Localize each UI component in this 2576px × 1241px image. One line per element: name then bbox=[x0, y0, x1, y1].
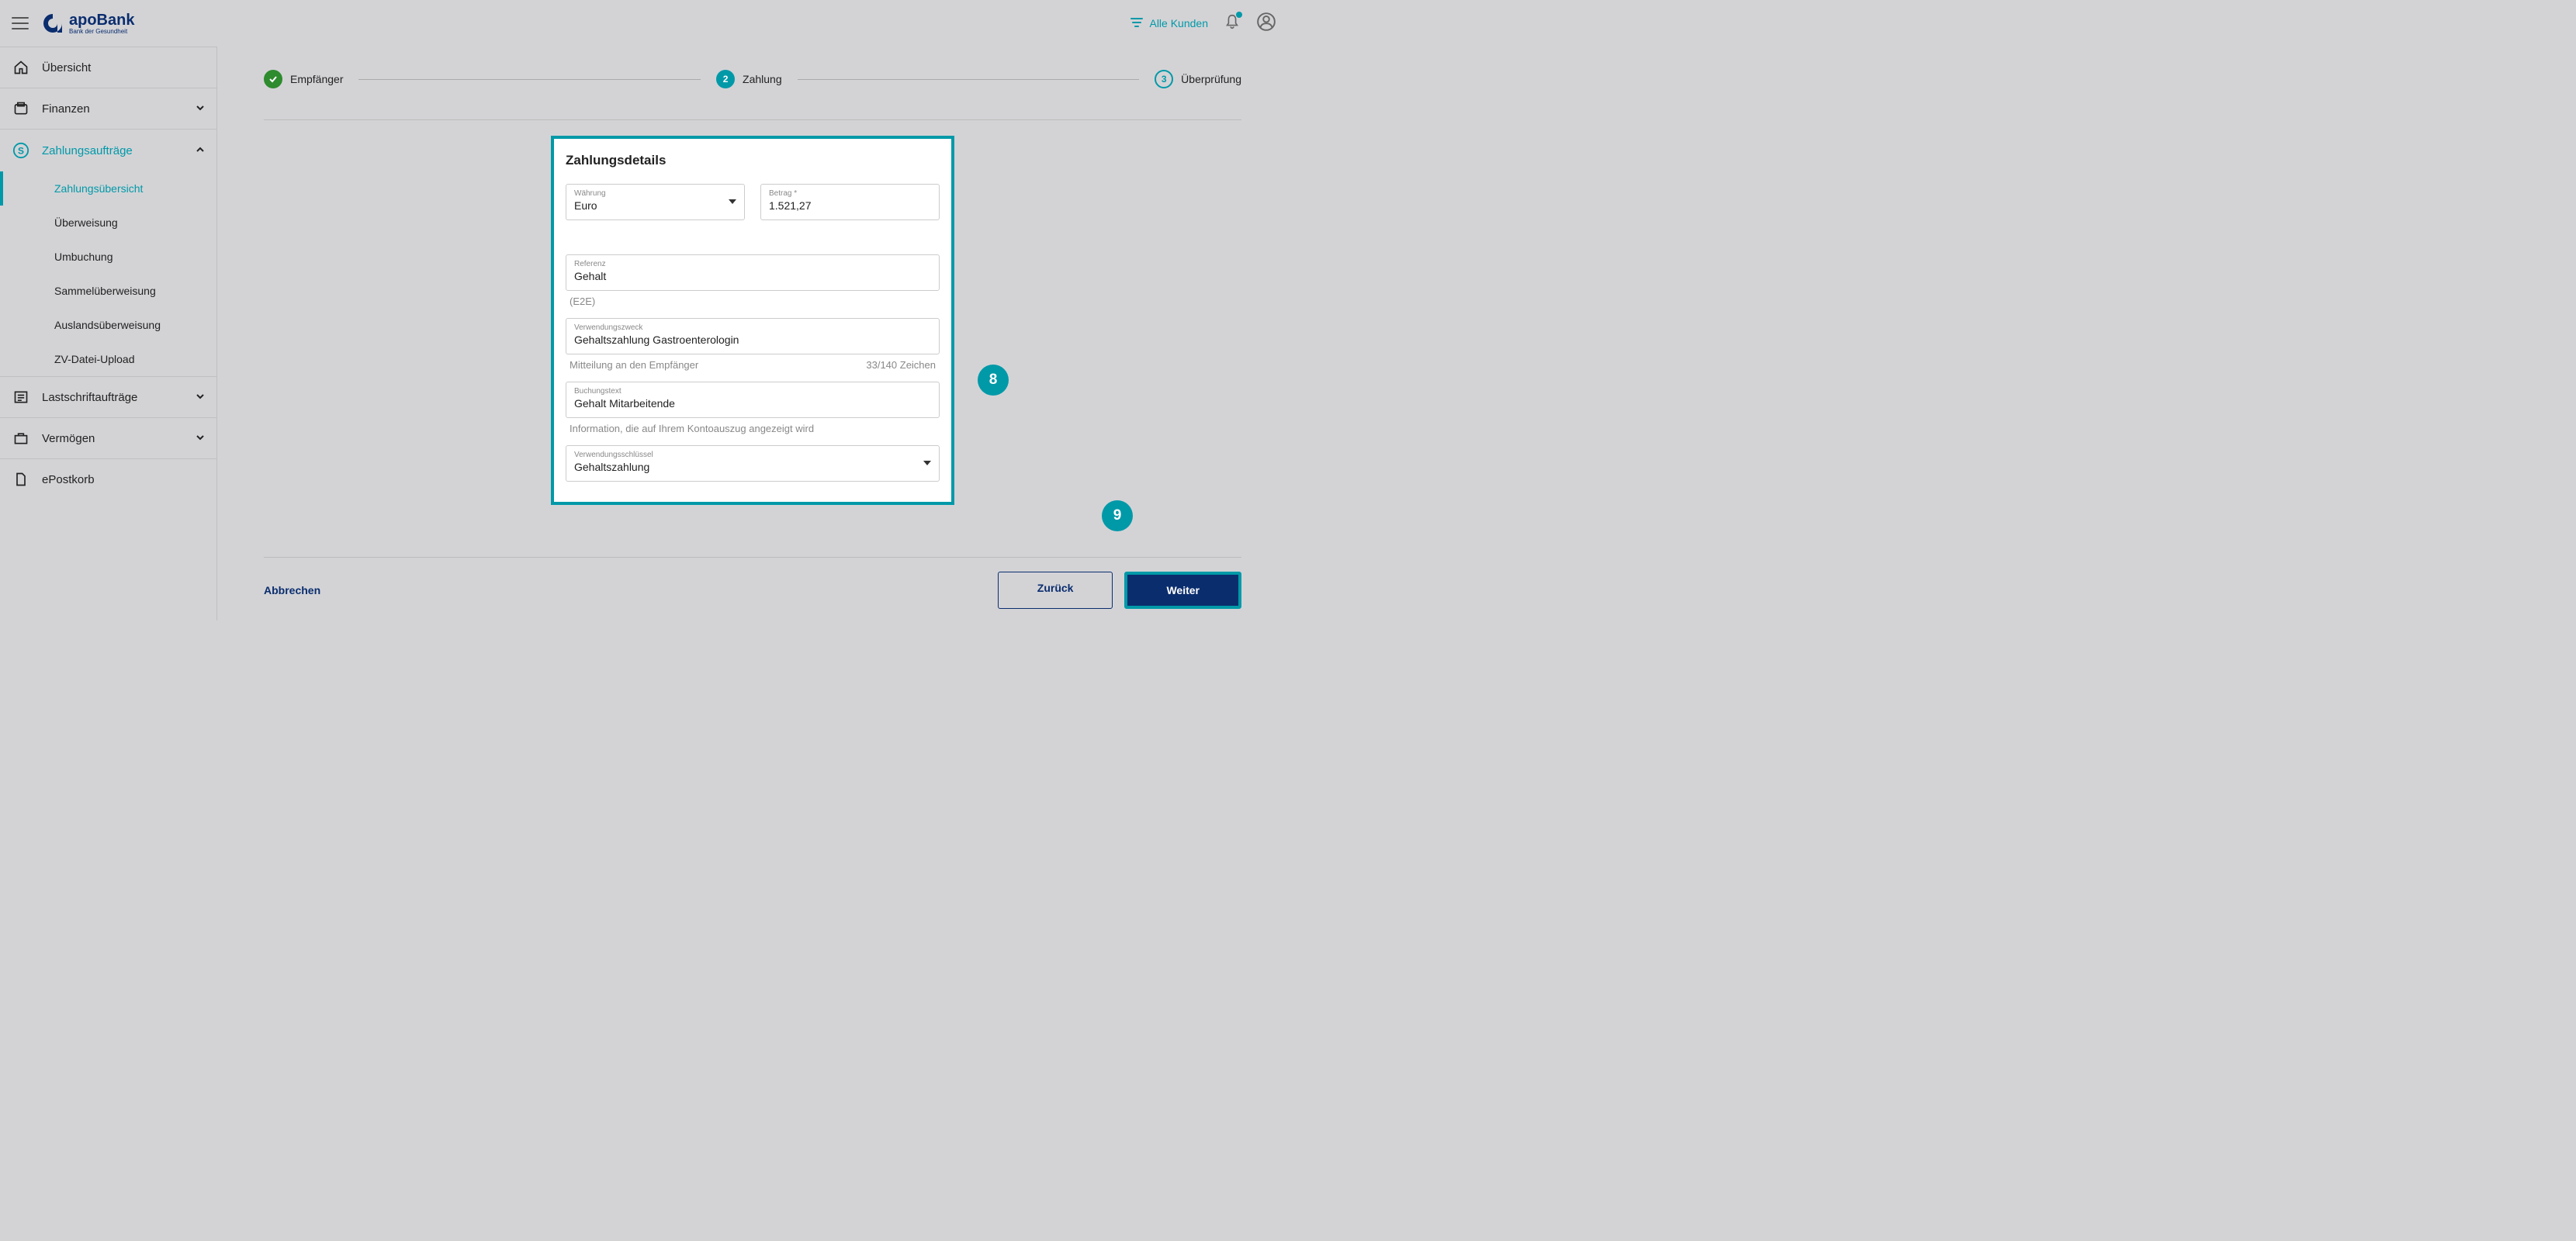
subitem-label: ZV-Datei-Upload bbox=[54, 353, 135, 365]
step-label: Zahlung bbox=[743, 73, 782, 85]
sidebar-item-uebersicht[interactable]: Übersicht bbox=[0, 47, 216, 88]
step-badge-8: 8 bbox=[978, 365, 1009, 396]
logo-brand: apoBank bbox=[69, 12, 134, 29]
sidebar-subitem-ausland[interactable]: Auslandsüberweisung bbox=[0, 308, 216, 342]
sidebar-label: Zahlungsaufträge bbox=[42, 144, 196, 157]
step-line bbox=[798, 79, 1140, 80]
sidebar-item-lastschrift[interactable]: Lastschriftaufträge bbox=[0, 376, 216, 417]
field-label: Referenz bbox=[574, 260, 931, 268]
sidebar-label: ePostkorb bbox=[42, 473, 205, 486]
next-button[interactable]: Weiter bbox=[1124, 572, 1241, 609]
subitem-label: Umbuchung bbox=[54, 251, 113, 263]
chevron-down-icon bbox=[196, 392, 205, 403]
caret-down-icon bbox=[729, 199, 736, 204]
document-icon bbox=[12, 472, 30, 487]
step-line bbox=[358, 79, 701, 80]
field-value: Euro bbox=[574, 199, 597, 212]
sidebar-label: Vermögen bbox=[42, 432, 196, 445]
step-number: 2 bbox=[716, 70, 735, 88]
sidebar-subitem-zvdatei[interactable]: ZV-Datei-Upload bbox=[0, 342, 216, 376]
sidebar-item-vermoegen[interactable]: Vermögen bbox=[0, 417, 216, 458]
subitem-label: Zahlungsübersicht bbox=[54, 182, 143, 195]
e2e-hint: (E2E) bbox=[566, 296, 940, 307]
chevron-down-icon bbox=[196, 103, 205, 115]
helper-text: Mitteilung an den Empfänger bbox=[570, 359, 698, 371]
step-1: Empfänger bbox=[264, 70, 343, 88]
sidebar: Übersicht Finanzen S Zahlungsaufträge Za… bbox=[0, 47, 217, 620]
sidebar-subitem-umbuchung[interactable]: Umbuchung bbox=[0, 240, 216, 274]
step-3: 3 Überprüfung bbox=[1155, 70, 1241, 88]
currency-select[interactable]: Währung Euro bbox=[566, 184, 745, 220]
booking-helper: Information, die auf Ihrem Kontoauszug a… bbox=[566, 423, 940, 434]
purpose-helper: Mitteilung an den Empfänger 33/140 Zeich… bbox=[566, 359, 940, 371]
stepper: Empfänger 2 Zahlung 3 Überprüfung bbox=[264, 62, 1241, 96]
sidebar-subitem-sammel[interactable]: Sammelüberweisung bbox=[0, 274, 216, 308]
sidebar-item-zahlungsauftraege[interactable]: S Zahlungsaufträge bbox=[0, 129, 216, 171]
field-label: Verwendungsschlüssel bbox=[574, 451, 653, 459]
field-value: Gehaltszahlung bbox=[574, 461, 649, 473]
subitem-label: Auslandsüberweisung bbox=[54, 319, 161, 331]
header-left: apoBank Bank der Gesundheit bbox=[12, 11, 134, 36]
footer-actions: Abbrechen Zurück Weiter bbox=[264, 557, 1241, 609]
check-icon bbox=[264, 70, 282, 88]
cancel-button[interactable]: Abbrechen bbox=[264, 584, 320, 596]
amount-input[interactable]: Betrag * 1.521,27 bbox=[760, 184, 940, 220]
sidebar-subitem-zahlungsuebersicht[interactable]: Zahlungsübersicht bbox=[0, 171, 216, 206]
logo[interactable]: apoBank Bank der Gesundheit bbox=[40, 11, 134, 36]
sidebar-label: Übersicht bbox=[42, 61, 205, 74]
divider bbox=[264, 119, 1241, 120]
purpose-input[interactable]: Verwendungszweck Gehaltszahlung Gastroen… bbox=[566, 318, 940, 354]
caret-down-icon bbox=[923, 461, 931, 465]
sidebar-label: Lastschriftaufträge bbox=[42, 391, 196, 404]
subitem-label: Sammelüberweisung bbox=[54, 285, 156, 297]
chevron-down-icon bbox=[196, 433, 205, 444]
field-label: Verwendungszweck bbox=[574, 323, 931, 332]
field-value: Gehalt bbox=[574, 270, 606, 282]
wallet-icon bbox=[12, 101, 30, 116]
logo-subtitle: Bank der Gesundheit bbox=[69, 28, 134, 35]
sidebar-item-epostkorb[interactable]: ePostkorb bbox=[0, 458, 216, 500]
card-title: Zahlungsdetails bbox=[566, 153, 940, 168]
step-label: Überprüfung bbox=[1181, 73, 1241, 85]
reference-input[interactable]: Referenz Gehalt bbox=[566, 254, 940, 291]
sidebar-subitem-ueberweisung[interactable]: Überweisung bbox=[0, 206, 216, 240]
field-value: Gehalt Mitarbeitende bbox=[574, 397, 675, 410]
sidebar-item-finanzen[interactable]: Finanzen bbox=[0, 88, 216, 129]
field-label: Buchungstext bbox=[574, 387, 931, 396]
notification-icon[interactable] bbox=[1224, 13, 1241, 34]
header-right: Alle Kunden bbox=[1130, 12, 1276, 36]
booking-input[interactable]: Buchungstext Gehalt Mitarbeitende bbox=[566, 382, 940, 418]
step-2: 2 Zahlung bbox=[716, 70, 782, 88]
main: Übersicht Finanzen S Zahlungsaufträge Za… bbox=[0, 47, 1288, 620]
step-number: 3 bbox=[1155, 70, 1173, 88]
header: apoBank Bank der Gesundheit Alle Kunden bbox=[0, 0, 1288, 47]
home-icon bbox=[12, 60, 30, 75]
filter-label: Alle Kunden bbox=[1149, 17, 1208, 29]
list-icon bbox=[12, 389, 30, 405]
field-label: Betrag * bbox=[769, 189, 931, 198]
notification-dot bbox=[1236, 12, 1242, 18]
briefcase-icon bbox=[12, 430, 30, 446]
step-label: Empfänger bbox=[290, 73, 343, 85]
key-select[interactable]: Verwendungsschlüssel Gehaltszahlung bbox=[566, 445, 940, 482]
char-count: 33/140 Zeichen bbox=[866, 359, 936, 371]
currency-icon: S bbox=[12, 142, 30, 159]
back-button[interactable]: Zurück bbox=[998, 572, 1113, 609]
chevron-up-icon bbox=[196, 145, 205, 157]
field-value: 1.521,27 bbox=[769, 199, 812, 212]
logo-icon bbox=[40, 11, 65, 36]
account-icon[interactable] bbox=[1256, 12, 1276, 36]
content: Empfänger 2 Zahlung 3 Überprüfung Zahlun… bbox=[217, 47, 1288, 620]
subitem-label: Überweisung bbox=[54, 216, 118, 229]
step-badge-9: 9 bbox=[1102, 500, 1133, 531]
customer-filter[interactable]: Alle Kunden bbox=[1130, 17, 1208, 29]
field-value: Gehaltszahlung Gastroenterologin bbox=[574, 334, 739, 346]
field-label: Währung bbox=[574, 189, 606, 198]
menu-icon[interactable] bbox=[12, 17, 29, 29]
payment-details-card: Zahlungsdetails Währung Euro Betrag * 1.… bbox=[551, 136, 954, 505]
svg-text:S: S bbox=[18, 146, 24, 157]
sidebar-label: Finanzen bbox=[42, 102, 196, 116]
